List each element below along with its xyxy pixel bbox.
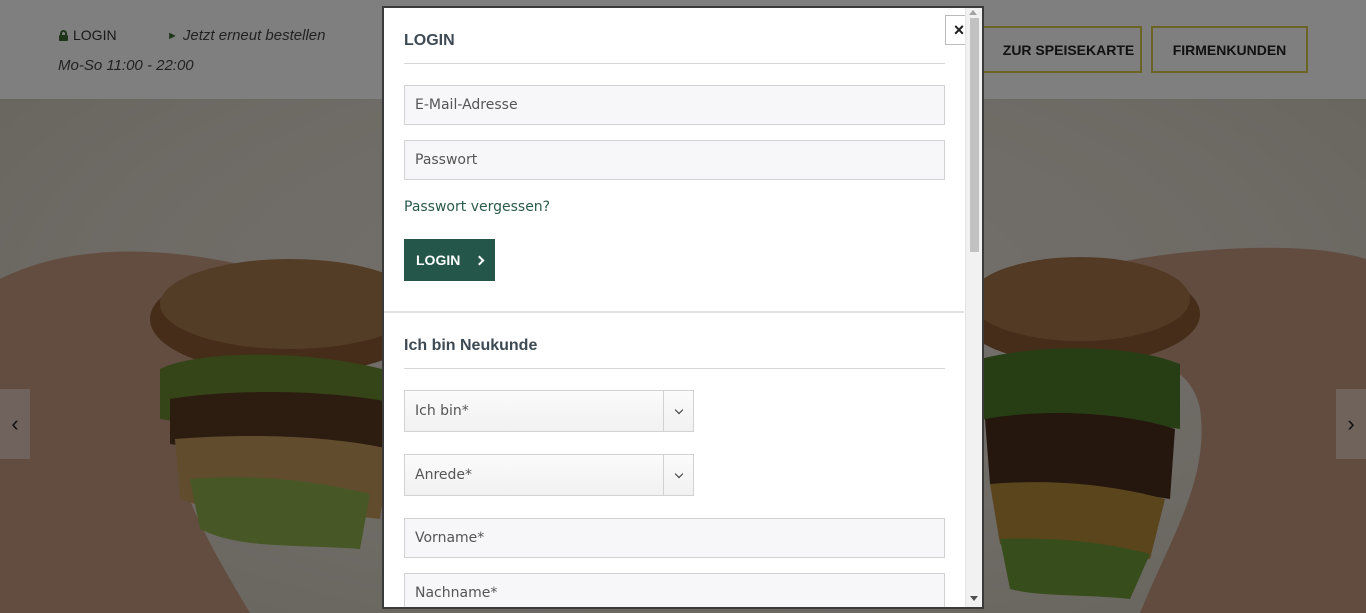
scroll-up-icon[interactable]: [969, 10, 977, 15]
customer-type-value: Ich bin*: [415, 403, 469, 419]
firstname-field[interactable]: Vorname*: [404, 518, 945, 558]
section-divider: [384, 311, 964, 313]
login-submit-label: LOGIN: [416, 252, 461, 268]
chevron-right-icon: [474, 255, 485, 265]
login-modal: × LOGIN E-Mail-Adresse Passwort Passwort…: [382, 6, 984, 609]
salutation-select[interactable]: Anrede*: [404, 454, 694, 496]
email-field[interactable]: E-Mail-Adresse: [404, 85, 945, 125]
register-section: Ich bin Neukunde: [384, 337, 964, 369]
salutation-value: Anrede*: [415, 467, 473, 483]
login-modal-body: × LOGIN E-Mail-Adresse Passwort Passwort…: [384, 8, 982, 607]
chevron-down-icon: [674, 469, 683, 478]
modal-scrollbar[interactable]: [965, 8, 982, 607]
scrollbar-thumb[interactable]: [970, 18, 979, 252]
password-field[interactable]: Passwort: [404, 140, 945, 180]
dropdown-toggle[interactable]: [663, 391, 693, 431]
scroll-down-icon[interactable]: [970, 596, 978, 601]
register-title: Ich bin Neukunde: [404, 337, 945, 369]
login-title: LOGIN: [404, 32, 945, 64]
forgot-password-link[interactable]: Passwort vergessen?: [404, 199, 550, 215]
login-section: LOGIN: [384, 32, 964, 64]
lastname-field[interactable]: Nachname*: [404, 573, 945, 607]
customer-type-select[interactable]: Ich bin*: [404, 390, 694, 432]
login-submit-button[interactable]: LOGIN: [404, 239, 495, 281]
chevron-down-icon: [674, 405, 683, 414]
dropdown-toggle[interactable]: [663, 455, 693, 495]
